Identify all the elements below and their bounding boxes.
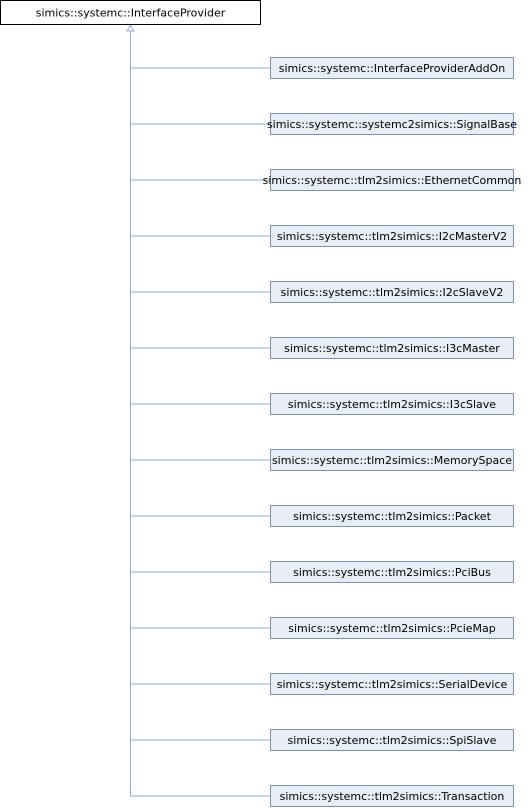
derived-class-node[interactable]: simics::systemc::tlm2simics::I3cSlave: [270, 393, 514, 415]
derived-class-node[interactable]: simics::systemc::tlm2simics::PciBus: [270, 561, 514, 583]
derived-class-label: simics::systemc::tlm2simics::MemorySpace: [272, 454, 512, 467]
derived-class-label: simics::systemc::tlm2simics::I2cSlaveV2: [281, 286, 504, 299]
derived-class-node[interactable]: simics::systemc::tlm2simics::EthernetCom…: [263, 169, 522, 191]
derived-class-label: simics::systemc::tlm2simics::Packet: [293, 510, 491, 523]
inheritance-diagram: simics::systemc::InterfaceProvider simic…: [0, 0, 522, 807]
derived-class-node[interactable]: simics::systemc::systemc2simics::SignalB…: [267, 113, 517, 135]
derived-class-node[interactable]: simics::systemc::tlm2simics::I3cMaster: [270, 337, 514, 359]
derived-class-node[interactable]: simics::systemc::tlm2simics::SerialDevic…: [270, 673, 514, 695]
derived-class-label: simics::systemc::tlm2simics::Transaction: [280, 790, 505, 803]
derived-class-node[interactable]: simics::systemc::tlm2simics::PcieMap: [270, 617, 514, 639]
derived-class-label: simics::systemc::tlm2simics::SerialDevic…: [277, 678, 508, 691]
derived-class-node[interactable]: simics::systemc::InterfaceProviderAddOn: [270, 57, 514, 79]
derived-class-label: simics::systemc::tlm2simics::I3cMaster: [284, 342, 500, 355]
derived-class-label: simics::systemc::InterfaceProviderAddOn: [279, 62, 505, 75]
derived-class-nodes: simics::systemc::InterfaceProviderAddOns…: [263, 57, 522, 807]
derived-class-label: simics::systemc::systemc2simics::SignalB…: [267, 118, 517, 131]
derived-class-node[interactable]: simics::systemc::tlm2simics::I2cSlaveV2: [270, 281, 514, 303]
derived-class-label: simics::systemc::tlm2simics::PcieMap: [288, 622, 496, 635]
derived-class-node[interactable]: simics::systemc::tlm2simics::Transaction: [270, 785, 514, 807]
derived-class-label: simics::systemc::tlm2simics::SpiSlave: [288, 734, 497, 747]
derived-class-node[interactable]: simics::systemc::tlm2simics::Packet: [270, 505, 514, 527]
derived-class-label: simics::systemc::tlm2simics::PciBus: [293, 566, 491, 579]
derived-class-node[interactable]: simics::systemc::tlm2simics::MemorySpace: [270, 449, 514, 471]
derived-class-label: simics::systemc::tlm2simics::I2cMasterV2: [277, 230, 507, 243]
base-class-label: simics::systemc::InterfaceProvider: [36, 7, 226, 20]
derived-class-label: simics::systemc::tlm2simics::EthernetCom…: [263, 174, 522, 187]
inheritance-edges: [126, 24, 271, 797]
derived-class-node[interactable]: simics::systemc::tlm2simics::SpiSlave: [270, 729, 514, 751]
base-class-node[interactable]: simics::systemc::InterfaceProvider: [0, 0, 261, 25]
inheritance-arrowhead: [126, 24, 135, 32]
derived-class-label: simics::systemc::tlm2simics::I3cSlave: [288, 398, 496, 411]
derived-class-node[interactable]: simics::systemc::tlm2simics::I2cMasterV2: [270, 225, 514, 247]
